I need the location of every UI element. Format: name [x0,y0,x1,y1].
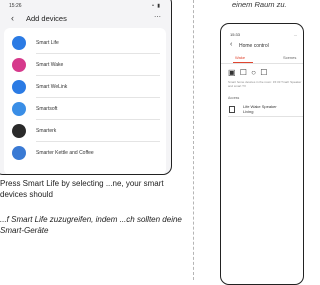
room-note: Smart home devices in the room: 15:33 Tm… [228,80,302,88]
list-item-label: Smarter Kettle and Coffee [36,150,94,156]
list-item-label: Smart Life [36,40,59,46]
welink-icon [12,80,26,94]
caption-top: einem Raum zu. [232,0,287,9]
smart-wake-icon [12,58,26,72]
list-item-label: Smart Wake [36,62,64,68]
list-separator [36,75,160,76]
phone-screen-add-devices: 15:26 • ▮ ‹ Add devices ⋯ Smart Life Sma… [0,0,172,175]
status-time: 15:26 [9,3,22,9]
list-item-label: Smarterk [36,128,57,134]
list-item-smart-life[interactable]: Smart Life [4,34,166,54]
list-separator [36,119,160,120]
speaker-icon [229,106,235,113]
section-label: Access [228,96,240,100]
device-brand-list: Smart Life Smart Wake Smart WeLink Smart… [4,28,166,174]
column-divider [193,0,194,280]
list-item-smartsoft[interactable]: Smartsoft [4,100,166,120]
list-separator [36,53,160,54]
smarterk-icon [12,124,26,138]
page-title: Add devices [26,14,67,23]
list-separator [36,141,160,142]
phone-screen-home-control: 15:33 ... ‹ Home control Wake Scenes ▣ ☐… [220,23,304,285]
list-item-kettle[interactable]: Smarter Kettle and Coffee [4,144,166,164]
caption-german: ...f Smart Life zuzugreifen, indem ...ch… [0,215,182,235]
more-icon[interactable]: ⋯ [154,13,161,21]
smartsoft-icon [12,102,26,116]
page-title: Home control [239,43,269,49]
tab-scenes[interactable]: Scenes [283,55,296,60]
active-tab-indicator [233,62,253,63]
status-icons: • ▮ [152,3,161,9]
kettle-icon [12,146,26,160]
tab-bar: Wake Scenes [221,53,303,64]
tab-wake[interactable]: Wake [235,55,245,60]
caption-english: Press Smart Life by selecting ...ne, you… [0,179,164,199]
list-item-label: Smartsoft [36,106,58,112]
smart-life-icon [12,36,26,50]
back-icon[interactable]: ‹ [230,41,232,48]
list-separator [228,116,303,117]
device-icons-row: ▣ ☐ ○ ☐ [228,68,269,77]
device-room: Living [243,109,254,114]
list-separator [36,97,160,98]
status-time: 15:33 [230,32,241,37]
back-icon[interactable]: ‹ [11,13,14,23]
list-item-smart-wake[interactable]: Smart Wake [4,56,166,76]
list-item-label: Smart WeLink [36,84,68,90]
status-icons: ... [293,32,297,37]
list-item-welink[interactable]: Smart WeLink [4,78,166,98]
list-item-smarterk[interactable]: Smarterk [4,122,166,142]
